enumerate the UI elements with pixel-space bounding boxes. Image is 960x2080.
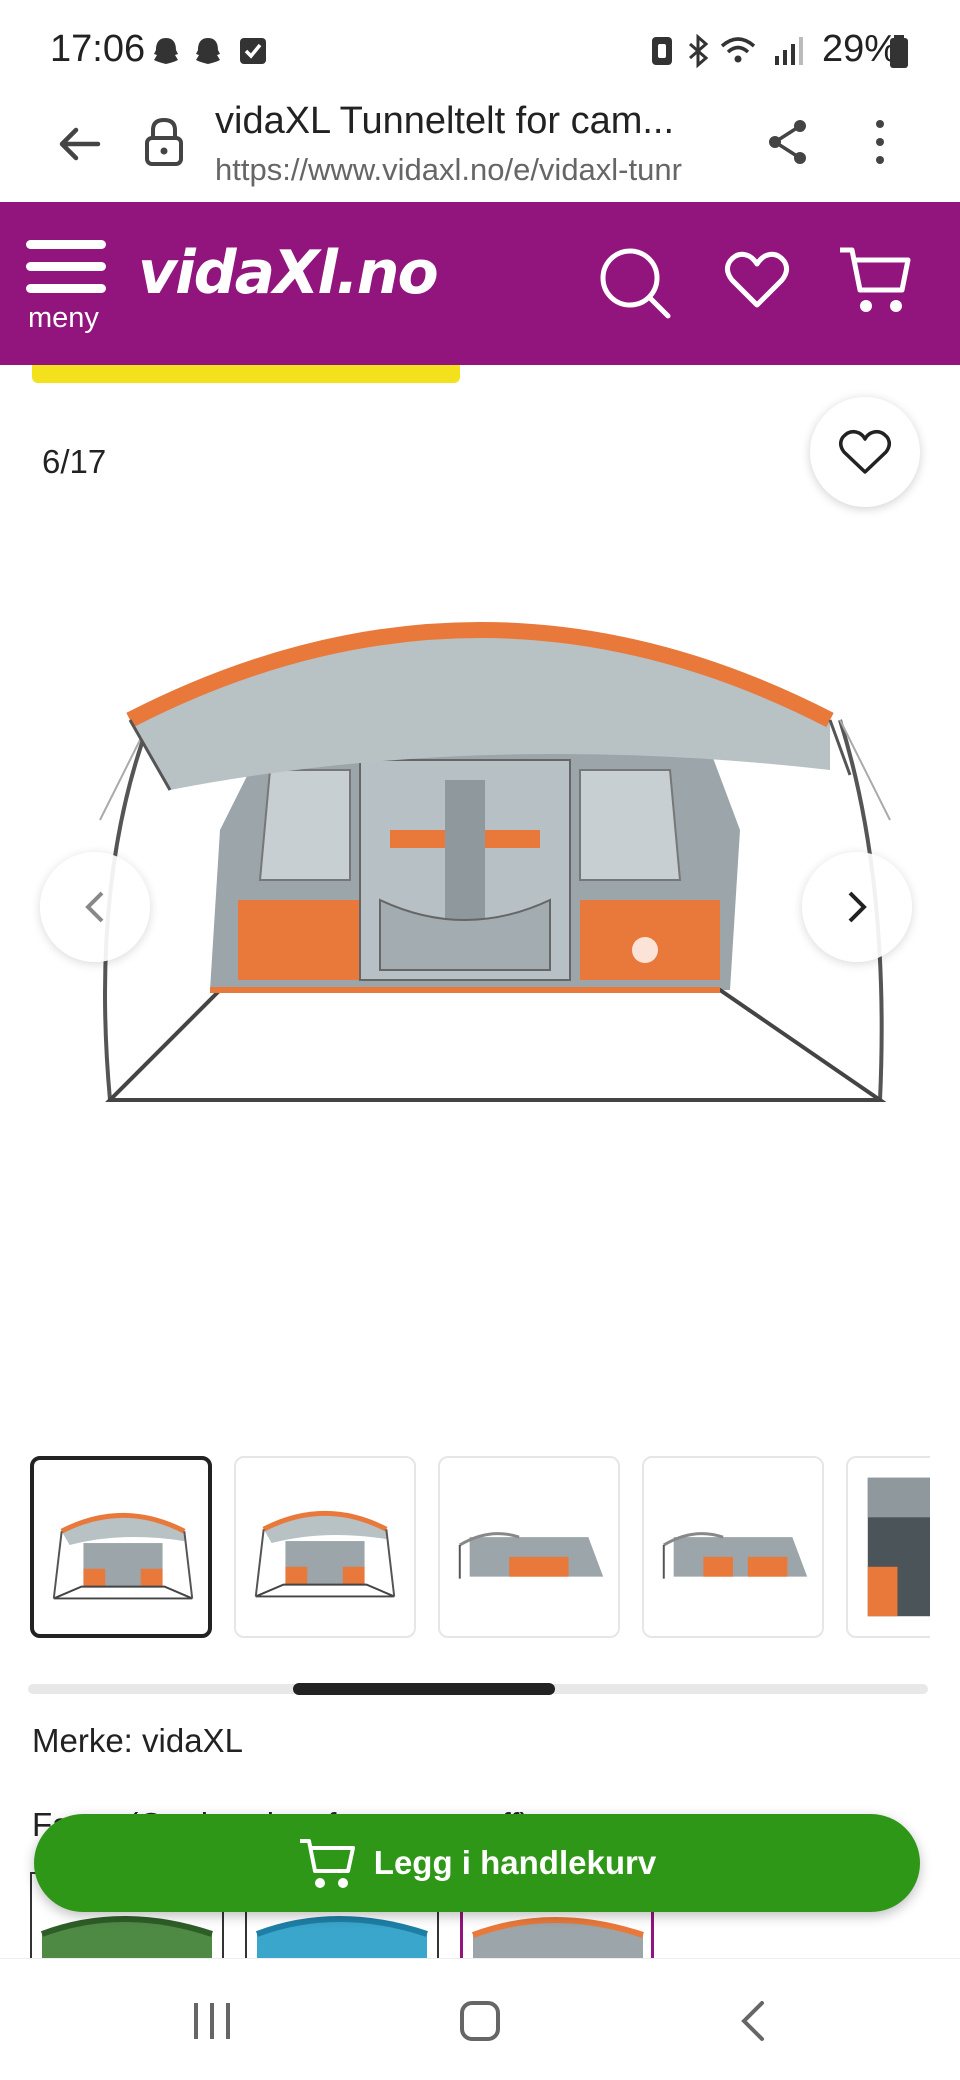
wifi-icon [720, 37, 756, 63]
thumbnail[interactable] [846, 1456, 930, 1638]
recent-apps-icon[interactable] [190, 1999, 234, 2043]
thumbnail[interactable] [30, 1456, 212, 1638]
screen: 17:06 29% vidaXL Tunneltelt for cam... h… [0, 0, 960, 2080]
menu-label[interactable]: meny [28, 302, 99, 335]
chevron-right-icon [848, 891, 867, 923]
search-icon[interactable] [598, 246, 674, 322]
thumbnail-strip[interactable] [30, 1456, 930, 1642]
browser-toolbar: vidaXL Tunneltelt for cam... https://www… [0, 100, 960, 202]
system-status-icons [652, 34, 803, 69]
thumbnail-image [458, 1532, 604, 1579]
checkbox-icon [240, 38, 266, 64]
chevron-left-icon [85, 891, 104, 923]
status-bar: 17:06 29% [0, 0, 960, 100]
signal-icon [775, 37, 803, 65]
thumbnail[interactable] [642, 1456, 824, 1638]
thumbnail-image [867, 1477, 930, 1617]
lock-icon[interactable] [142, 116, 186, 168]
status-time: 17:06 [50, 28, 146, 70]
image-counter: 6/17 [42, 443, 107, 480]
promo-strip[interactable] [32, 365, 460, 383]
page-title: vidaXL Tunneltelt for cam... [215, 100, 675, 142]
thumbnail[interactable] [234, 1456, 416, 1638]
thumbnail-image [662, 1532, 808, 1579]
thumbnail-image [254, 1510, 396, 1598]
nfc-icon [652, 37, 672, 65]
system-navigation-bar [0, 1958, 960, 2080]
add-to-cart-label: Legg i handlekurv [373, 1844, 657, 1881]
gallery-prev-button[interactable] [40, 852, 150, 962]
home-icon[interactable] [456, 1997, 504, 2045]
bluetooth-icon [689, 34, 709, 69]
more-vert-icon[interactable] [868, 118, 892, 166]
scrollbar-thumb[interactable] [293, 1683, 555, 1695]
wishlist-button[interactable] [810, 397, 920, 507]
notification-icons [154, 38, 266, 64]
battery-icon [890, 35, 908, 68]
address-bar-url[interactable]: https://www.vidaxl.no/e/vidaxl-tunr [215, 152, 730, 188]
menu-icon[interactable] [26, 238, 108, 296]
site-logo[interactable]: vidaXl.no [138, 238, 439, 308]
back-arrow-icon[interactable] [56, 120, 104, 168]
add-to-cart-button[interactable]: Legg i handlekurv [34, 1814, 920, 1912]
thumbnail[interactable] [438, 1456, 620, 1638]
product-image-tent[interactable] [60, 580, 900, 1140]
battery-level: 29% [821, 28, 898, 70]
snapchat-icon [154, 38, 178, 64]
gallery-next-button[interactable] [802, 852, 912, 962]
back-icon[interactable] [734, 1997, 774, 2045]
thumbnail-scrollbar[interactable] [28, 1683, 928, 1695]
cart-icon[interactable] [838, 244, 912, 316]
snapchat-icon [196, 38, 220, 64]
thumbnail-image [52, 1512, 194, 1600]
heart-icon[interactable] [724, 250, 790, 310]
site-header: meny vidaXl.no [0, 202, 960, 365]
cart-icon [299, 1839, 355, 1888]
heart-icon [839, 429, 891, 474]
share-icon[interactable] [766, 118, 810, 166]
product-brand: Merke: vidaXL [32, 1722, 243, 1759]
